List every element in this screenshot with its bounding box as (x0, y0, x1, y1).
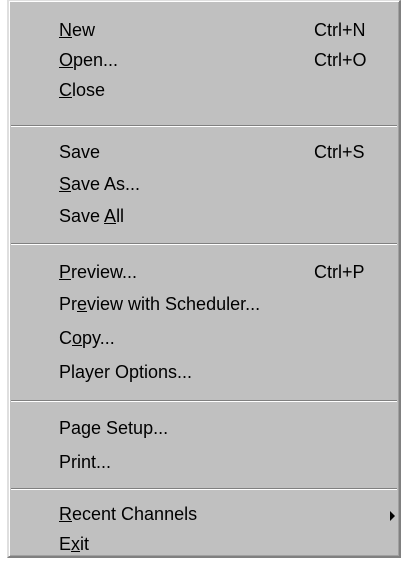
menu-item-label: Save As... (59, 174, 141, 194)
menu-separator (11, 400, 397, 402)
menu-item-open[interactable]: Open... Ctrl+O (11, 45, 397, 75)
menu-item-label: Close (59, 80, 106, 100)
menu-separator (11, 488, 397, 490)
menu-item-save-all[interactable]: Save All (11, 201, 397, 231)
menu-item-label: Open... (59, 50, 119, 70)
menu-item-player-options[interactable]: Player Options... (11, 357, 397, 387)
menu-item-shortcut: Ctrl+P (314, 262, 365, 282)
menu-item-label: Exit (59, 534, 90, 554)
menu-item-label: Preview with Scheduler... (59, 294, 261, 314)
menu-item-label: Player Options... (59, 362, 193, 382)
menu-item-preview-with-scheduler[interactable]: Preview with Scheduler... (11, 289, 397, 319)
menu-item-print[interactable]: Print... (11, 447, 397, 477)
submenu-arrow-icon (390, 511, 395, 521)
menu-item-label: Copy... (59, 328, 115, 348)
menu-item-label: Page Setup... (59, 418, 169, 438)
menu-item-shortcut: Ctrl+N (314, 20, 366, 40)
menu-item-close[interactable]: Close (11, 75, 397, 105)
menu-item-label: Preview... (59, 262, 138, 282)
menu-item-label: Save All (59, 206, 125, 226)
menu-separator (11, 125, 397, 127)
menu-item-save[interactable]: Save Ctrl+S (11, 137, 397, 167)
menu-item-page-setup[interactable]: Page Setup... (11, 413, 397, 443)
file-menu: New Ctrl+N Open... Ctrl+O Close Save Ctr… (7, 0, 401, 558)
menu-item-label: New (59, 20, 96, 40)
menu-item-exit[interactable]: Exit (11, 529, 397, 559)
menu-item-label: Print... (59, 452, 112, 472)
menu-item-label: Recent Channels (59, 504, 198, 524)
menu-item-label: Save (59, 142, 101, 162)
menu-item-shortcut: Ctrl+S (314, 142, 365, 162)
menu-item-shortcut: Ctrl+O (314, 50, 367, 70)
menu-item-new[interactable]: New Ctrl+N (11, 15, 397, 45)
menu-item-recent-channels[interactable]: Recent Channels (11, 499, 397, 529)
menu-separator (11, 243, 397, 245)
menu-item-save-as[interactable]: Save As... (11, 169, 397, 199)
menu-item-preview[interactable]: Preview... Ctrl+P (11, 257, 397, 287)
menu-item-copy[interactable]: Copy... (11, 323, 397, 353)
